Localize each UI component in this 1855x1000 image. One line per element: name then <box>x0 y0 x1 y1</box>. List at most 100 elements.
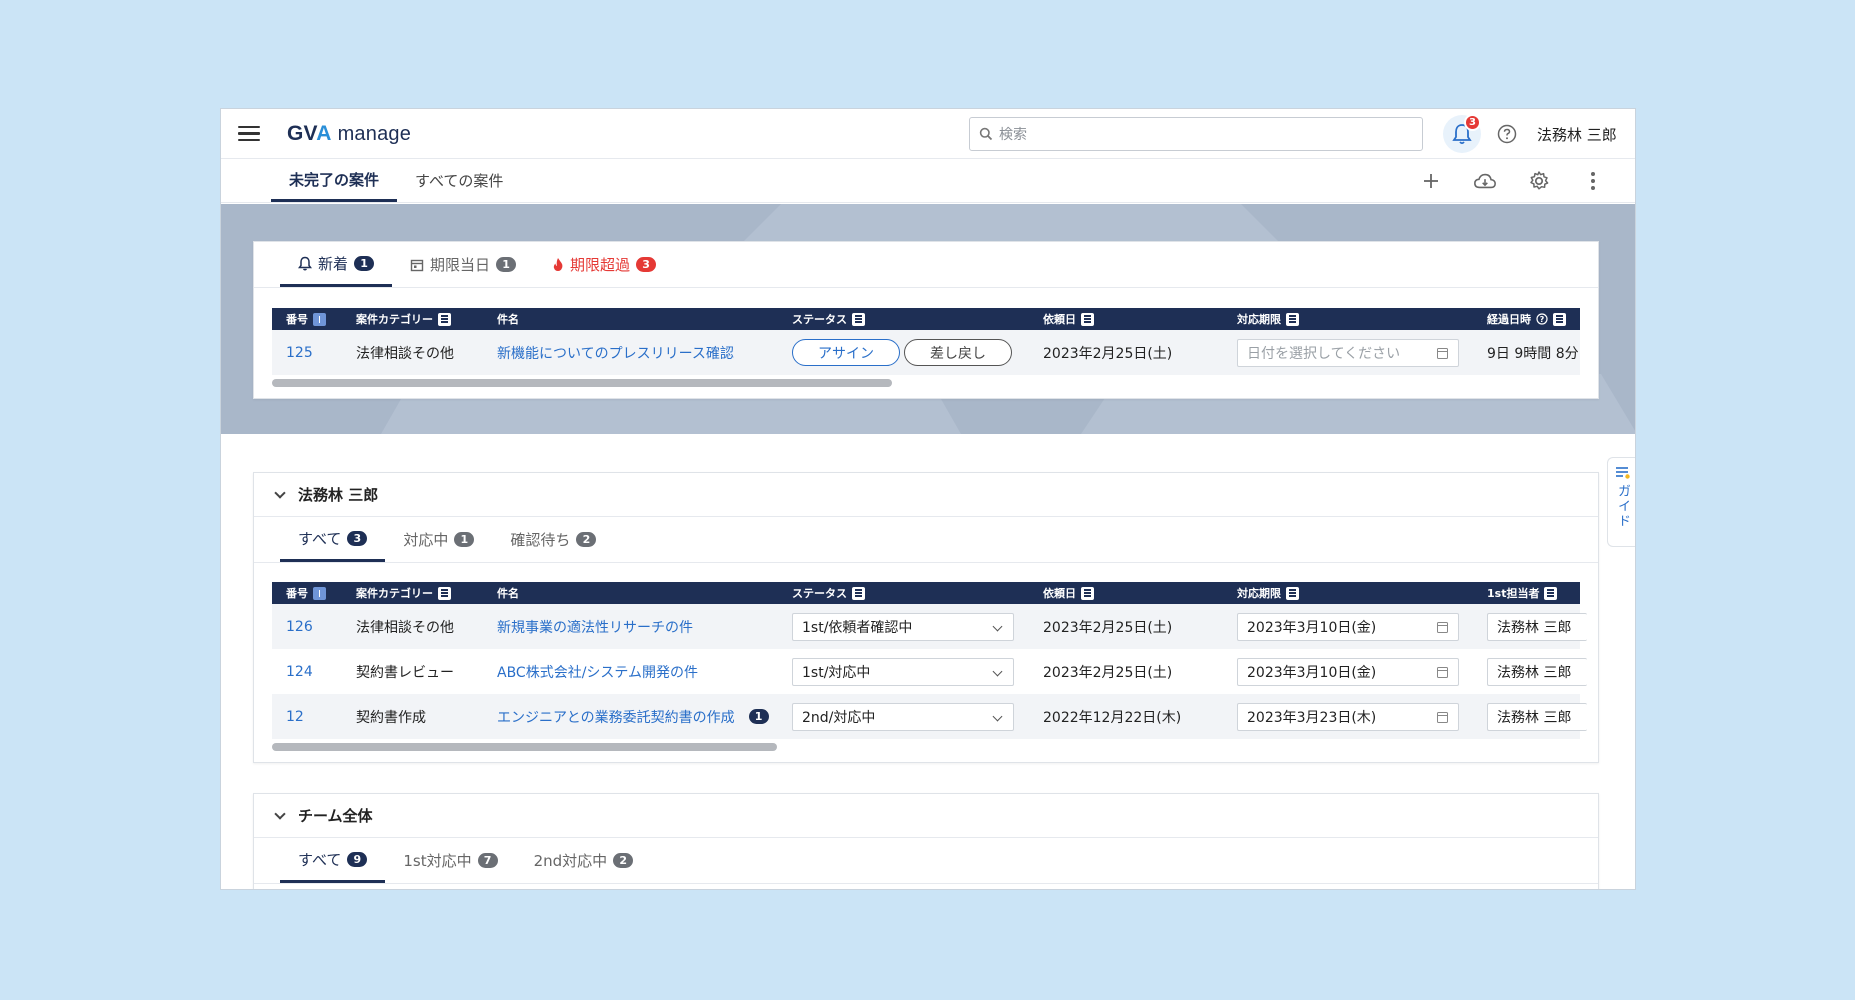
tab-count: 9 <box>347 851 368 867</box>
assignee-select[interactable]: 法務林 三郎 <box>1487 612 1587 641</box>
tab-new-label: 新着 <box>318 254 349 273</box>
tab-all-cases[interactable]: すべての案件 <box>397 159 521 202</box>
svg-text:?: ? <box>1540 315 1545 324</box>
tab-due-today-label: 期限当日 <box>430 256 491 274</box>
assignee-select[interactable]: 法務林 三郎 <box>1487 702 1587 731</box>
tab-due-today-count: 1 <box>496 257 517 272</box>
col-elapsed[interactable]: 経過日時 ? <box>1487 308 1566 330</box>
table-header: 番号 案件カテゴリー 件名 ステータス 依頼日 対応期限 経過日時 ? <box>272 308 1580 330</box>
menu-icon[interactable] <box>238 125 260 142</box>
filter-icon <box>852 586 865 600</box>
col-status[interactable]: ステータス <box>792 308 865 330</box>
case-category: 法律相談その他 <box>356 345 454 362</box>
app-logo[interactable]: GVA manage <box>287 122 411 146</box>
new-cases-table: 番号 案件カテゴリー 件名 ステータス 依頼日 対応期限 経過日時 ? 125 … <box>272 308 1580 387</box>
table-header: 番号 案件カテゴリー 件名 ステータス 依頼日 対応期限 1st担当者 <box>272 582 1580 604</box>
tab-count: 1 <box>454 532 475 547</box>
case-number[interactable]: 126 <box>286 604 313 649</box>
assign-button[interactable]: アサイン <box>792 339 900 366</box>
tab-user-in-progress[interactable]: 対応中 1 <box>385 517 492 562</box>
team-section-header[interactable]: チーム全体 <box>254 794 1598 838</box>
col-request-date[interactable]: 依頼日 <box>1043 308 1094 330</box>
user-section-header[interactable]: 法務林 三郎 <box>254 473 1598 517</box>
case-number[interactable]: 124 <box>286 649 313 694</box>
col-deadline[interactable]: 対応期限 <box>1237 582 1299 604</box>
col-category[interactable]: 案件カテゴリー <box>356 582 451 604</box>
col-deadline[interactable]: 対応期限 <box>1237 308 1299 330</box>
case-title-link[interactable]: 新機能についてのプレスリリース確認 <box>497 330 734 375</box>
col-request-date[interactable]: 依頼日 <box>1043 582 1094 604</box>
team-cases-card: チーム全体 すべて 9 1st対応中 7 2nd対応中 2 <box>253 793 1599 889</box>
col-number[interactable]: 番号 <box>286 582 326 604</box>
guide-label: ガイド <box>1615 484 1630 529</box>
filter-icon <box>852 312 865 326</box>
request-date: 2022年12月22日(木) <box>1043 709 1182 726</box>
sort-icon <box>1081 312 1094 326</box>
col-assignee[interactable]: 1st担当者 <box>1487 582 1558 604</box>
app-header: GVA manage 検索 3 法務林 三郎 <box>221 109 1635 159</box>
chevron-down-icon <box>992 711 1003 721</box>
user-menu[interactable]: 法務林 三郎 <box>1537 124 1617 145</box>
table-row: 12 契約書作成 エンジニアとの業務委託契約書の作成 1 2nd/対応中 202… <box>272 694 1587 739</box>
tab-user-awaiting-confirmation[interactable]: 確認待ち 2 <box>492 517 614 562</box>
col-category[interactable]: 案件カテゴリー <box>356 308 451 330</box>
request-date: 2023年2月25日(土) <box>1043 345 1173 362</box>
guide-list-icon <box>1615 467 1630 479</box>
table-row: 124 契約書レビュー ABC株式会社/システム開発の件 1st/対応中 202… <box>272 649 1587 694</box>
deadline-placeholder: 日付を選択してください <box>1247 345 1401 362</box>
status-select[interactable]: 1st/依頼者確認中 <box>792 612 1014 641</box>
filter-icon <box>438 312 451 326</box>
filter-icon <box>438 586 451 600</box>
col-status[interactable]: ステータス <box>792 582 865 604</box>
notification-badge: 3 <box>1464 114 1481 131</box>
deadline-date-picker[interactable]: 2023年3月10日(金) <box>1237 657 1459 686</box>
help-icon: ? <box>1536 313 1548 325</box>
tab-team-all[interactable]: すべて 9 <box>280 838 386 883</box>
case-title-link[interactable]: エンジニアとの業務委託契約書の作成 <box>497 707 735 727</box>
tab-team-2nd-in-progress[interactable]: 2nd対応中 2 <box>516 838 652 883</box>
request-date: 2023年2月25日(土) <box>1043 664 1173 681</box>
deadline-date-picker[interactable]: 2023年3月23日(木) <box>1237 702 1459 731</box>
logo-a: A <box>316 121 332 145</box>
logo-manage: manage <box>337 122 412 145</box>
cloud-download-icon[interactable] <box>1473 169 1497 193</box>
deadline-date-picker[interactable]: 日付を選択してください <box>1237 338 1459 367</box>
status-select[interactable]: 1st/対応中 <box>792 657 1014 686</box>
case-number[interactable]: 125 <box>286 330 313 375</box>
deadline-date-picker[interactable]: 2023年3月10日(金) <box>1237 612 1459 641</box>
calendar-icon <box>1437 621 1448 633</box>
case-title-link[interactable]: ABC株式会社/システム開発の件 <box>497 649 698 694</box>
tab-due-today[interactable]: 期限当日 1 <box>392 242 534 287</box>
sort-icon <box>1553 312 1566 326</box>
request-date: 2023年2月25日(土) <box>1043 619 1173 636</box>
tab-user-all[interactable]: すべて 3 <box>280 517 386 562</box>
assignee-select[interactable]: 法務林 三郎 <box>1487 657 1587 686</box>
gear-icon[interactable] <box>1527 169 1551 193</box>
tab-overdue[interactable]: 期限超過 3 <box>534 242 674 287</box>
reject-button[interactable]: 差し戻し <box>904 339 1012 366</box>
search-icon <box>979 127 993 141</box>
col-number[interactable]: 番号 <box>286 308 326 330</box>
notification-button[interactable]: 3 <box>1443 114 1481 153</box>
plus-icon[interactable] <box>1419 169 1443 193</box>
table-row: 125 法律相談その他 新機能についてのプレスリリース確認 アサイン 差し戻し … <box>272 330 1580 375</box>
guide-tab[interactable]: ガイド <box>1607 457 1635 547</box>
tab-incomplete-cases[interactable]: 未完了の案件 <box>271 159 398 202</box>
search-input[interactable]: 検索 <box>969 117 1423 151</box>
horizontal-scrollbar[interactable] <box>272 743 777 751</box>
calendar-icon <box>1437 666 1448 678</box>
tab-team-1st-in-progress[interactable]: 1st対応中 7 <box>385 838 515 883</box>
case-number[interactable]: 12 <box>286 694 304 739</box>
user-cases-table: 番号 案件カテゴリー 件名 ステータス 依頼日 対応期限 1st担当者 126 … <box>272 582 1587 751</box>
filter-icon <box>1544 586 1558 600</box>
status-select[interactable]: 2nd/対応中 <box>792 702 1014 731</box>
case-title-link[interactable]: 新規事業の適法性リサーチの件 <box>497 604 693 649</box>
tab-overdue-label: 期限超過 <box>570 256 631 274</box>
help-icon[interactable] <box>1497 124 1517 144</box>
app-window: GVA manage 検索 3 法務林 三郎 未完了の案件 すべての案件 新着 … <box>220 108 1636 890</box>
horizontal-scrollbar[interactable] <box>272 379 892 387</box>
tab-new[interactable]: 新着 1 <box>280 242 393 287</box>
tab-overdue-count: 3 <box>636 257 657 272</box>
case-category: 契約書レビュー <box>356 664 454 681</box>
more-vertical-icon[interactable] <box>1581 169 1605 193</box>
